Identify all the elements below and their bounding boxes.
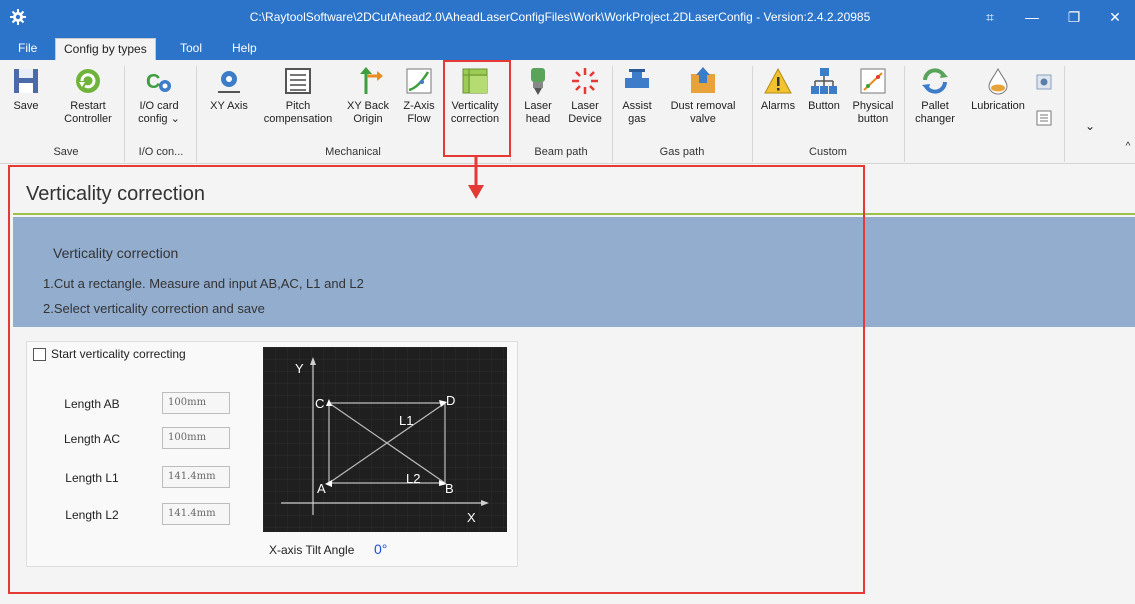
oil-drop-icon (988, 67, 1008, 95)
xy-back-origin-button[interactable]: XY Back Origin (342, 66, 394, 126)
z-axis-flow-button[interactable]: Z-Axis Flow (398, 66, 440, 126)
warning-icon (764, 67, 792, 94)
save-button[interactable]: Save (8, 66, 44, 113)
ribbon-overflow-chevron-icon[interactable]: ⌄ (1080, 120, 1100, 133)
collapse-ribbon-chevron-icon[interactable]: ^ (1122, 140, 1134, 153)
group-label-io: I/O con... (138, 146, 184, 158)
group-label-beam-path: Beam path (534, 146, 588, 158)
group-label-custom: Custom (809, 146, 847, 158)
axis-gear-icon (218, 71, 240, 93)
menu-file[interactable]: File (10, 38, 45, 60)
dust-removal-icon (691, 67, 715, 93)
back-origin-icon (360, 67, 383, 94)
menu-bar: File Config by types Tool Help (0, 36, 1135, 60)
svg-text:C: C (146, 71, 160, 93)
flow-curve-icon (406, 68, 432, 94)
laser-burst-icon (572, 68, 598, 94)
highlight-content-frame (8, 165, 865, 594)
lubrication-button[interactable]: Lubrication (966, 66, 1030, 113)
physical-button-icon (860, 68, 886, 94)
group-label-gas-path: Gas path (659, 146, 705, 158)
ribbon: Save Restart Controller C I/O card confi… (0, 60, 1135, 164)
laser-head-icon (531, 68, 545, 95)
button-config-button[interactable]: Button (802, 66, 846, 113)
group-separator (1064, 66, 1065, 162)
alarms-button[interactable]: Alarms (756, 66, 800, 113)
small-gear-settings-icon[interactable] (1034, 74, 1054, 94)
restart-controller-button[interactable]: Restart Controller (56, 66, 120, 126)
minimize-icon[interactable]: — (1012, 0, 1052, 36)
window-title: C:\RaytoolSoftware\2DCutAhead2.0\AheadLa… (249, 10, 871, 24)
pallet-cycle-icon (922, 68, 948, 94)
xy-axis-button[interactable]: XY Axis (202, 66, 256, 113)
group-label-save: Save (53, 146, 79, 158)
menu-help[interactable]: Help (224, 38, 265, 60)
floppy-disk-icon (14, 69, 38, 93)
group-separator (124, 66, 125, 162)
gear-icon (1036, 74, 1052, 90)
title-bar: C:\RaytoolSoftware\2DCutAhead2.0\AheadLa… (0, 0, 1135, 36)
close-icon[interactable]: ✕ (1095, 0, 1135, 36)
maximize-icon[interactable]: ❐ (1054, 0, 1094, 36)
small-list-icon[interactable] (1034, 110, 1054, 130)
dust-removal-valve-button[interactable]: Dust removal valve (660, 66, 746, 126)
pitch-compensation-button[interactable]: Pitch compensation (256, 66, 340, 126)
highlight-verticality-button (443, 60, 511, 157)
assist-gas-button[interactable]: Assist gas (620, 66, 654, 126)
restore-icon[interactable]: ⌗ (970, 0, 1010, 36)
pitch-table-icon (285, 68, 311, 94)
laser-device-button[interactable]: Laser Device (562, 66, 608, 126)
menu-config-by-types[interactable]: Config by types (55, 38, 156, 60)
physical-button-button[interactable]: Physical button (848, 66, 898, 126)
group-separator (904, 66, 905, 162)
network-tree-icon (811, 68, 837, 94)
menu-tool[interactable]: Tool (172, 38, 210, 60)
gas-valve-icon (625, 69, 649, 88)
pallet-changer-button[interactable]: Pallet changer (908, 66, 962, 126)
laser-head-button[interactable]: Laser head (518, 66, 558, 126)
list-icon (1036, 110, 1052, 126)
io-card-config-button[interactable]: C I/O card config ⌄ (126, 66, 192, 126)
refresh-icon (76, 69, 100, 93)
app-gear-icon[interactable] (10, 9, 26, 25)
io-gear-icon: C (146, 71, 171, 93)
